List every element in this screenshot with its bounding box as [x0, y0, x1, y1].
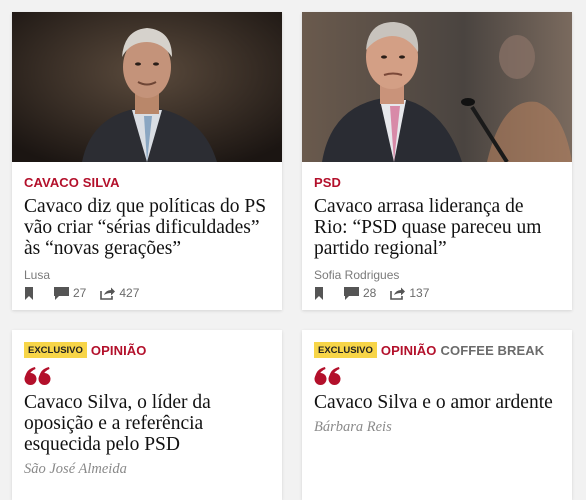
article-author[interactable]: São José Almeida: [24, 461, 270, 478]
article-photo[interactable]: [12, 12, 282, 162]
article-card[interactable]: CAVACO SILVA Cavaco diz que políticas do…: [12, 12, 282, 310]
opinion-card[interactable]: EXCLUSIVO OPINIÃO Cavaco Silva, o líder d…: [12, 330, 282, 500]
bookmark-icon[interactable]: [24, 286, 34, 300]
article-headline[interactable]: Cavaco arrasa liderança de Rio: “PSD qua…: [314, 196, 560, 259]
comment-count: 28: [363, 286, 377, 300]
bookmark-icon[interactable]: [314, 286, 324, 300]
share-icon[interactable]: [100, 287, 116, 300]
article-kicker[interactable]: OPINIÃO: [381, 343, 437, 358]
article-headline[interactable]: Cavaco diz que políticas do PS vão criar…: [24, 196, 270, 259]
opinion-card[interactable]: EXCLUSIVO OPINIÃO COFFEE BREAK Cavaco Silv…: [302, 330, 572, 500]
exclusive-badge: EXCLUSIVO: [314, 342, 377, 358]
comment-count: 27: [73, 286, 87, 300]
quote-icon: [314, 366, 560, 388]
article-photo[interactable]: [302, 12, 572, 162]
article-meta: 28 137: [314, 286, 443, 300]
quote-icon: [24, 366, 270, 388]
article-author[interactable]: Lusa: [24, 268, 270, 282]
share-count: 137: [409, 286, 430, 300]
article-card[interactable]: PSD Cavaco arrasa liderança de Rio: “PSD…: [302, 12, 572, 310]
comment-icon[interactable]: [344, 286, 359, 300]
article-kicker[interactable]: OPINIÃO: [91, 343, 147, 358]
article-author[interactable]: Bárbara Reis: [314, 419, 560, 436]
comment-icon[interactable]: [54, 286, 69, 300]
article-author[interactable]: Sofia Rodrigues: [314, 268, 560, 282]
article-headline[interactable]: Cavaco Silva, o líder da oposição e a re…: [24, 392, 270, 455]
article-headline[interactable]: Cavaco Silva e o amor ardente: [314, 392, 560, 413]
exclusive-badge: EXCLUSIVO: [24, 342, 87, 358]
share-count: 427: [119, 286, 140, 300]
article-meta: 27 427: [24, 286, 153, 300]
article-section[interactable]: COFFEE BREAK: [441, 343, 545, 358]
article-kicker[interactable]: PSD: [314, 175, 341, 190]
share-icon[interactable]: [390, 287, 406, 300]
article-kicker[interactable]: CAVACO SILVA: [24, 175, 120, 190]
